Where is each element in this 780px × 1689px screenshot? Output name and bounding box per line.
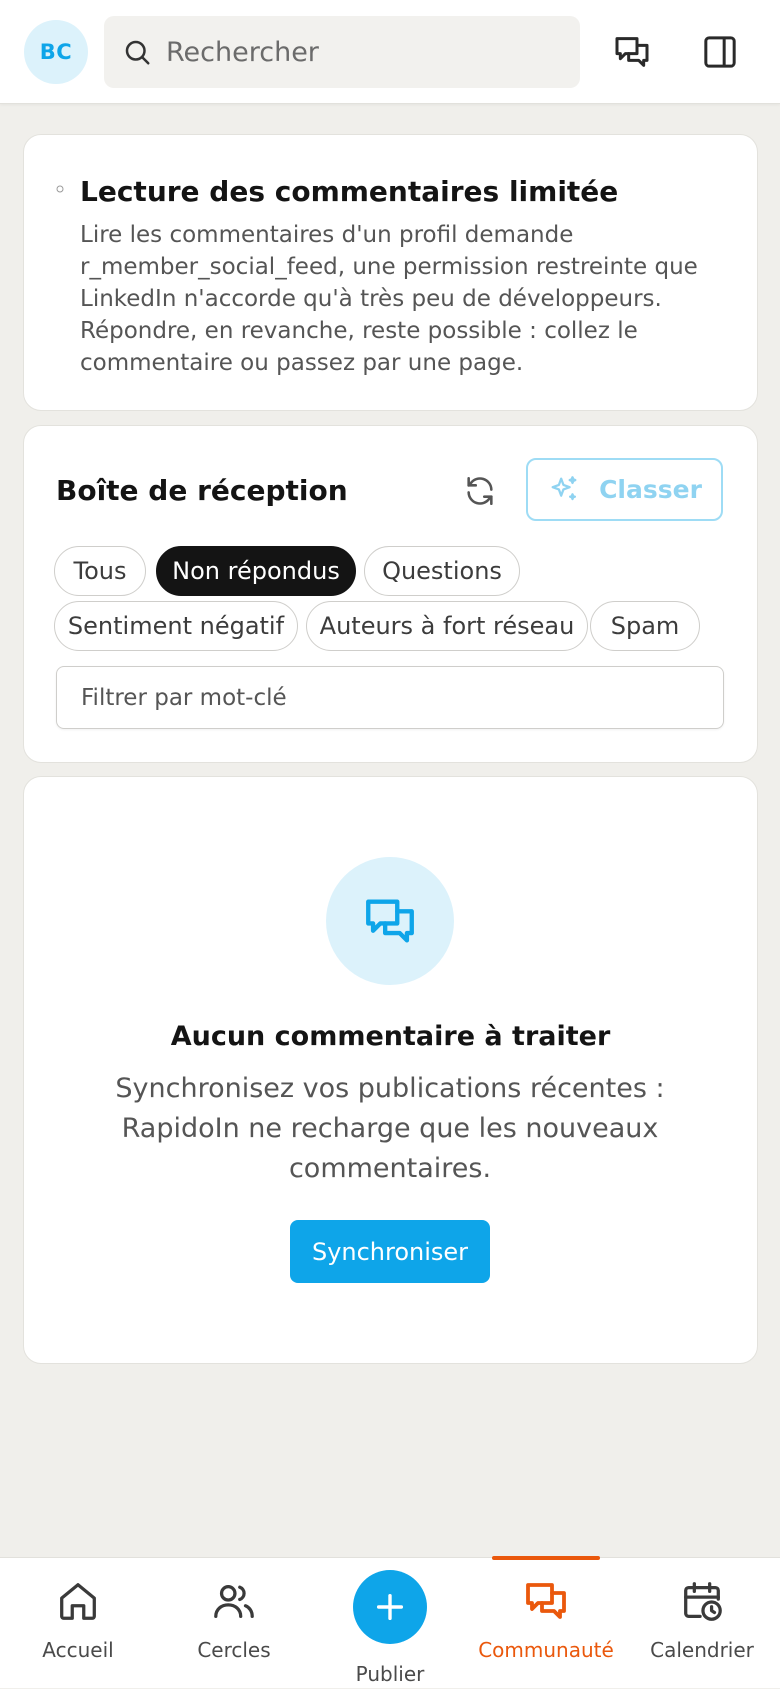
nav-item-communaute[interactable]: Communauté (468, 1558, 624, 1689)
users-icon (209, 1576, 259, 1626)
filter-chip-tous[interactable]: Tous (54, 546, 146, 596)
nav-item-accueil[interactable]: Accueil (0, 1558, 156, 1689)
nav-item-calendrier[interactable]: Calendrier (624, 1558, 780, 1689)
chat-icon (615, 37, 649, 67)
chat-icon (521, 1576, 571, 1626)
filter-chip-questions[interactable]: Questions (364, 546, 520, 596)
search-bar[interactable]: Rechercher (104, 16, 580, 88)
avatar[interactable]: BC (24, 20, 88, 84)
nav-item-cercles[interactable]: Cercles (156, 1558, 312, 1689)
keyword-filter-input[interactable]: Filtrer par mot-clé (56, 666, 724, 729)
sparkles-icon (551, 475, 577, 500)
notice-text: Lire les commentaires d'un profil demand… (80, 222, 698, 376)
nav-label: Cercles (197, 1638, 271, 1662)
empty-state-text: Synchronisez vos publications récentes :… (115, 1073, 665, 1184)
empty-state-icon-circle (326, 857, 454, 985)
search-placeholder: Rechercher (166, 36, 319, 68)
filter-chip-non-repondus[interactable]: Non répondus (156, 546, 356, 596)
messages-button[interactable] (608, 28, 656, 76)
permission-notice-card: Lecture des commentaires limitée Lire le… (23, 134, 758, 411)
calendar-clock-icon (677, 1576, 727, 1626)
empty-state-title: Aucun commentaire à traiter (170, 1021, 611, 1052)
toggle-panel-button[interactable] (696, 28, 744, 76)
filter-chip-sentiment-negatif[interactable]: Sentiment négatif (54, 601, 298, 651)
info-icon (56, 185, 64, 193)
nav-label: Calendrier (650, 1638, 754, 1662)
nav-label: Accueil (42, 1638, 114, 1662)
chat-icon (366, 899, 414, 943)
sidebar-panel-icon (704, 36, 736, 68)
bottom-navigation: Accueil Cercles Publier Communauté Calen… (0, 1556, 780, 1689)
top-bar: BC Rechercher (0, 0, 780, 104)
search-icon (125, 40, 150, 65)
nav-label: Communauté (478, 1638, 614, 1662)
inbox-card: Boîte de réception Classer Tous Non répo… (23, 425, 758, 763)
plus-icon (376, 1593, 404, 1621)
classify-button[interactable]: Classer (526, 458, 723, 521)
empty-state-card: Aucun commentaire à traiter Synchronisez… (23, 776, 758, 1364)
refresh-button[interactable] (460, 471, 500, 511)
refresh-icon (467, 476, 493, 506)
notice-title: Lecture des commentaires limitée (80, 175, 619, 208)
sync-button[interactable]: Synchroniser (290, 1220, 490, 1283)
publish-button[interactable] (353, 1570, 427, 1644)
filter-chip-auteurs-fort-reseau[interactable]: Auteurs à fort réseau (306, 601, 588, 651)
home-icon (53, 1576, 103, 1626)
inbox-title: Boîte de réception (56, 474, 348, 507)
filter-chip-spam[interactable]: Spam (590, 601, 700, 651)
classify-label: Classer (599, 475, 702, 504)
nav-label-publier: Publier (355, 1662, 425, 1686)
